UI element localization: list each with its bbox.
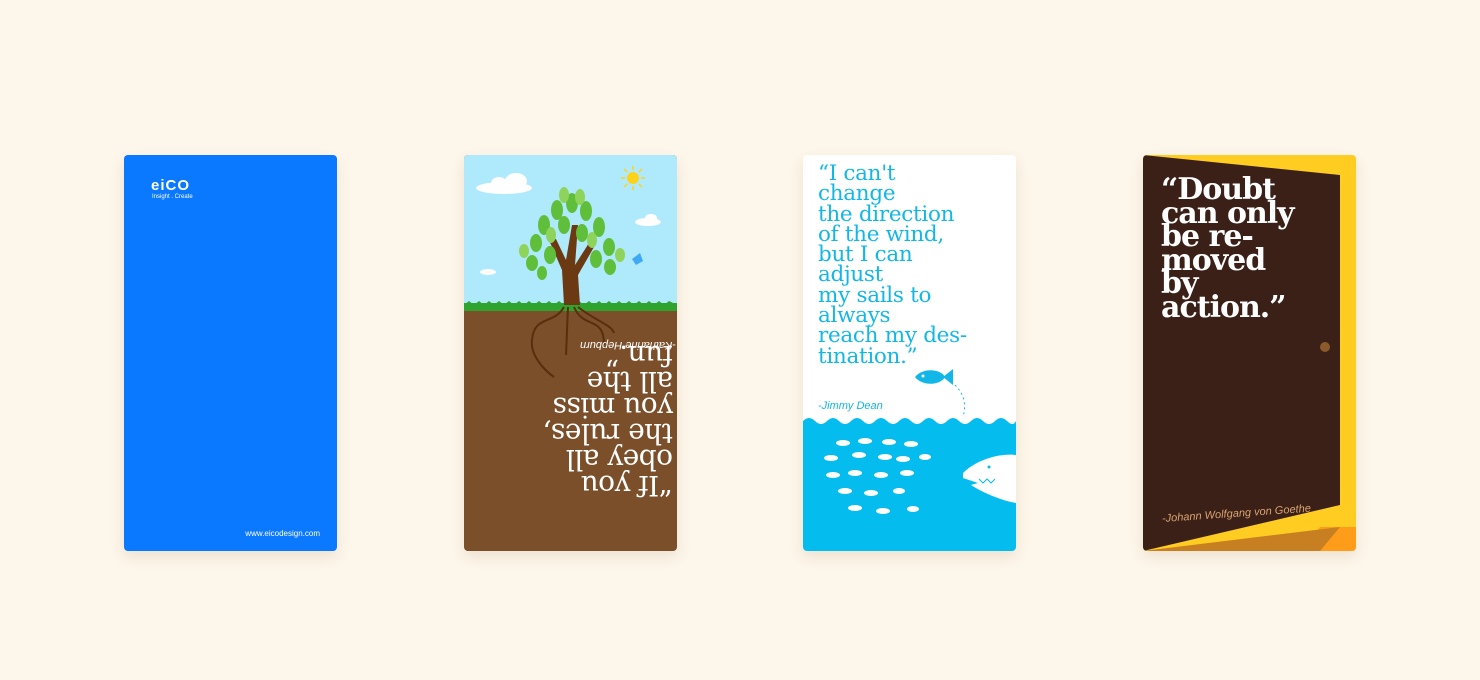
quote-text: “If you obey all the rules, you miss all th… xyxy=(543,339,673,502)
bird-icon xyxy=(632,253,643,265)
business-card-tree[interactable]: -Katharine Hepburn “If you obey all the ru… xyxy=(464,155,677,551)
quote-text: “I can't change the direction of the wind,… xyxy=(818,161,967,369)
brand-tagline: Insight . Create xyxy=(152,194,193,200)
business-card-sea[interactable]: “I can't change the direction of the wind,… xyxy=(803,155,1016,551)
sea-illustration xyxy=(803,418,1016,551)
business-card-blue[interactable]: eiCO Insight . Create www.eicodesign.com xyxy=(124,155,337,551)
business-card-door[interactable]: “Doubt can only be re- moved by action.” -Jo… xyxy=(1143,155,1356,551)
sun-icon xyxy=(621,166,645,190)
quote-text: “Doubt can only be re- moved by action.” xyxy=(1161,172,1295,325)
quote-author: -Jimmy Dean xyxy=(818,400,883,412)
door-knob-icon xyxy=(1320,342,1330,352)
brand-logo: eiCO xyxy=(151,177,191,194)
flying-fish-icon xyxy=(915,369,966,418)
website-url: www.eicodesign.com xyxy=(245,529,320,538)
